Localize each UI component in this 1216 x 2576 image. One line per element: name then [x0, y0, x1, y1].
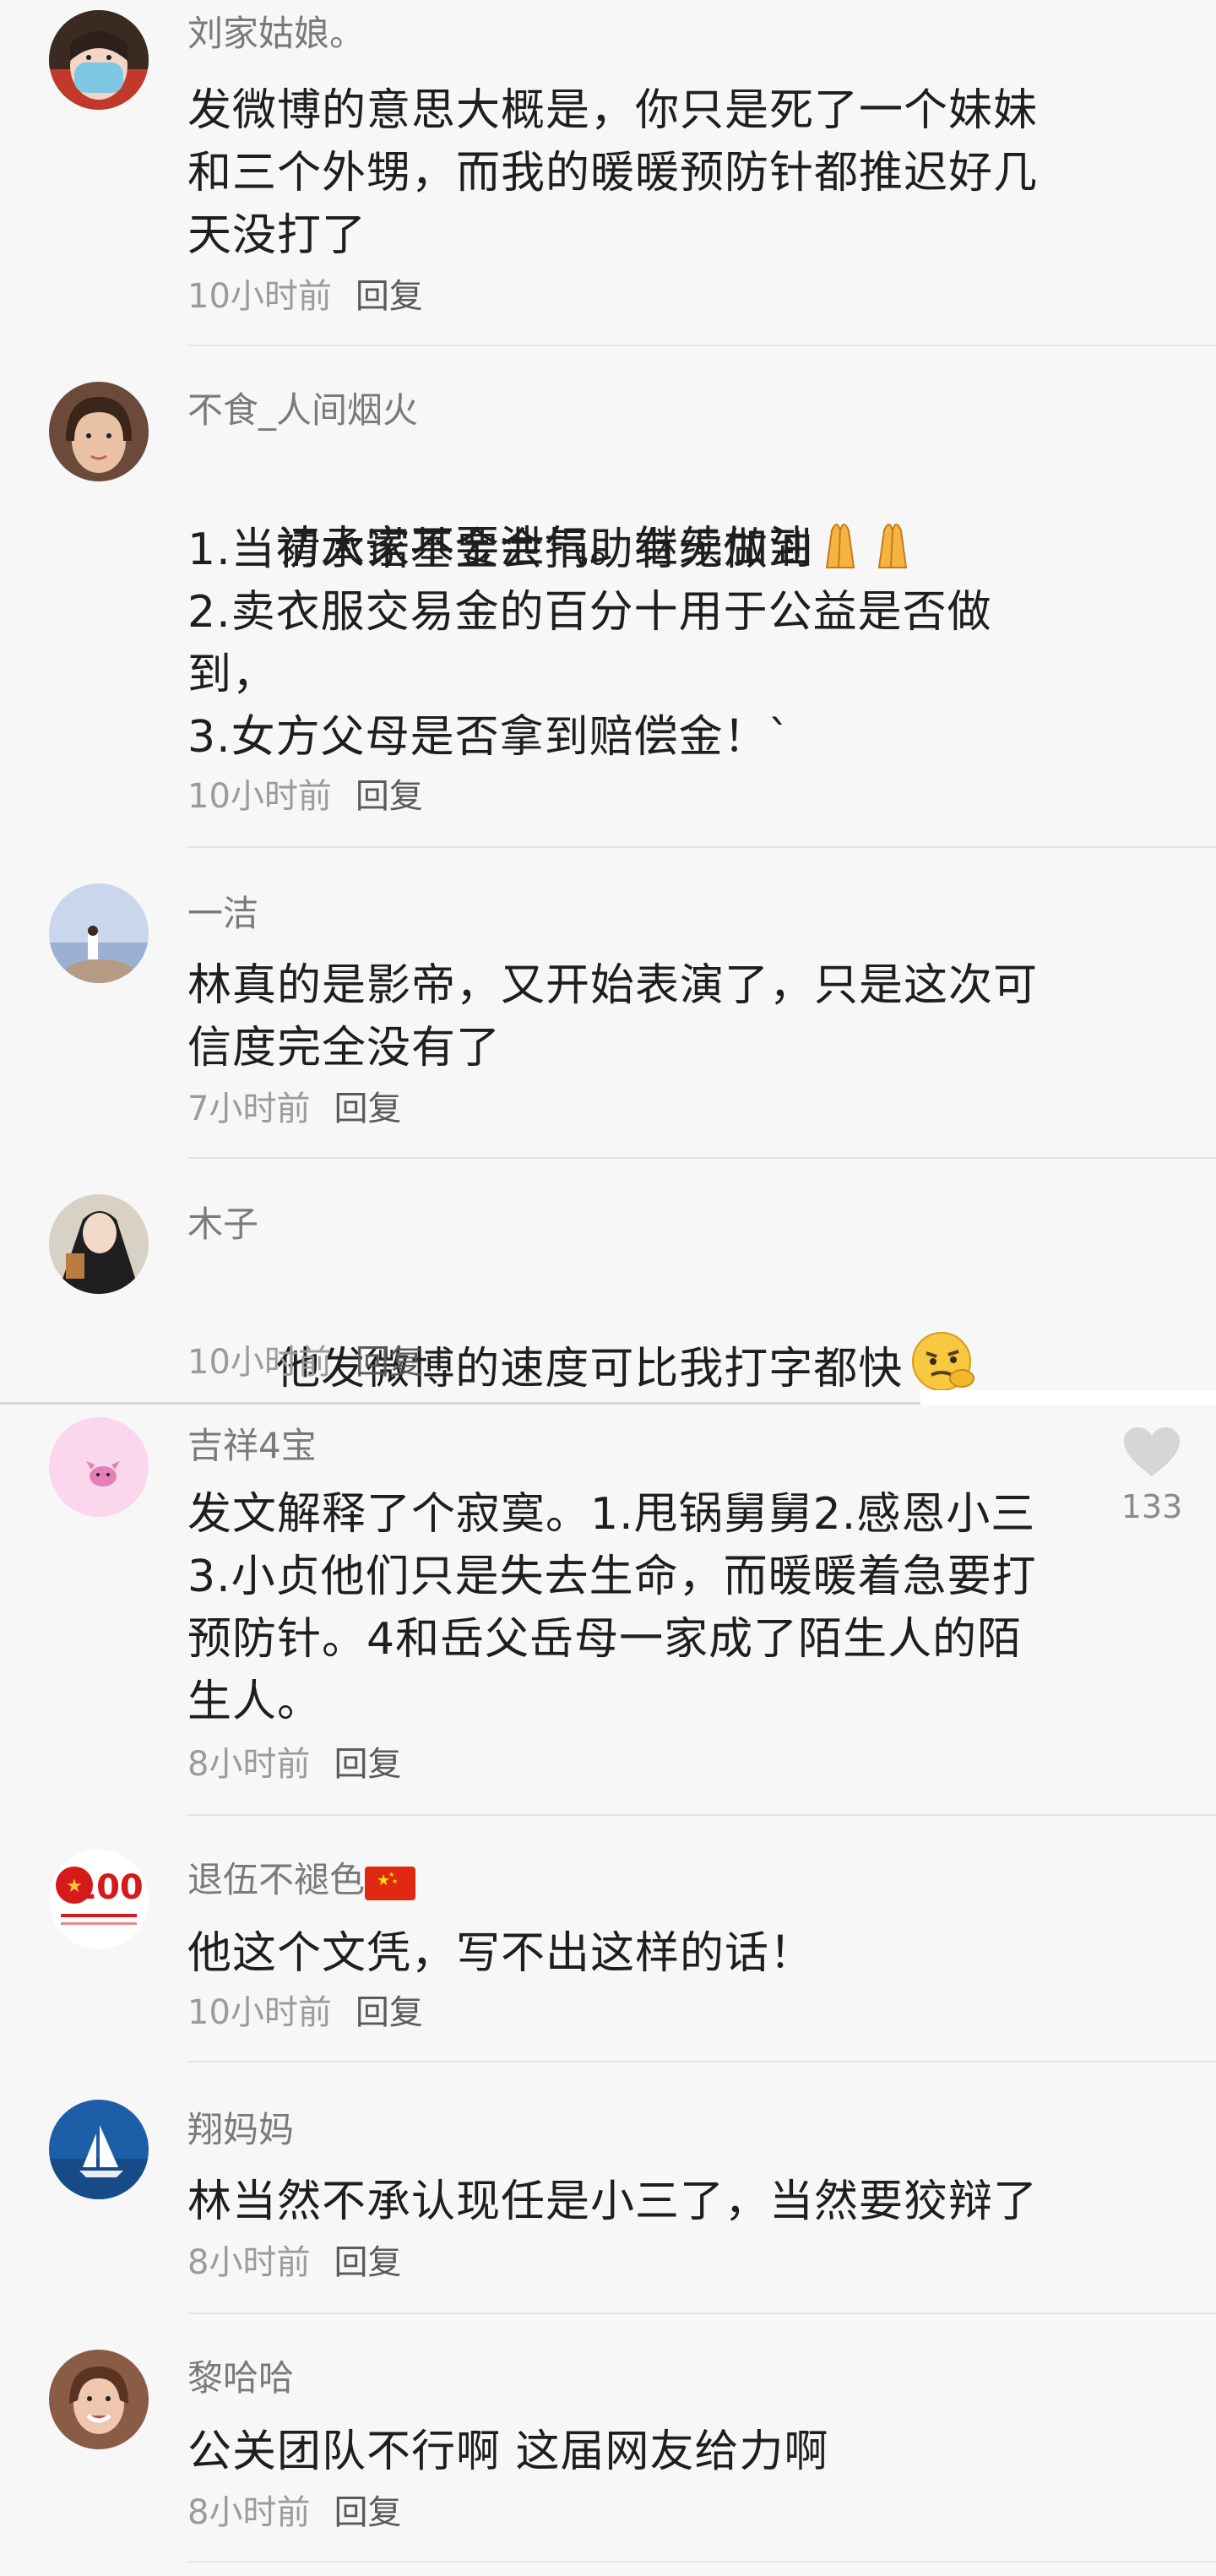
avatar[interactable]	[49, 2350, 149, 2449]
timestamp: 10小时前	[187, 1343, 332, 1382]
avatar[interactable]	[49, 10, 149, 110]
comment-meta: 10小时前 回复	[187, 1992, 423, 2034]
username[interactable]: 退伍不褪色 ★ ★ ★	[187, 1858, 416, 1910]
comment-text-extra: 1.当初承诺基金会捐助有无做到 2.卖衣服交易金的百分十用于公益是否做 到， 3…	[187, 524, 992, 763]
avatar[interactable]	[49, 883, 149, 983]
china-flag-icon: ★ ★ ★	[365, 1867, 416, 1910]
avatar[interactable]	[49, 1194, 149, 1294]
comment-text: 林真的是影帝，又开始表演了，只是这次可 信度完全没有了	[187, 960, 1039, 1073]
reply-button[interactable]: 回复	[334, 1090, 401, 1128]
divider	[187, 2312, 1216, 2314]
timestamp: 10小时前	[187, 1993, 332, 2032]
comment-feed: 刘家姑娘。 发微博的意思大概是，你只是死了一个妹妹 和三个外甥，而我的暖暖预防针…	[0, 0, 1216, 2576]
like-count: 133	[1121, 1488, 1183, 1525]
divider	[187, 2561, 1216, 2562]
screenshot-seam-gap	[920, 1390, 1216, 1405]
comment-meta: 10小时前 回复	[187, 275, 423, 318]
reply-button[interactable]: 回复	[356, 777, 423, 816]
comment-meta: 8小时前 回复	[187, 1743, 401, 1785]
reply-button[interactable]: 回复	[334, 2493, 401, 2532]
timestamp: 10小时前	[187, 777, 332, 816]
comment-meta: 8小时前 回复	[187, 2242, 401, 2284]
divider	[187, 345, 1216, 346]
timestamp: 10小时前	[187, 277, 332, 316]
divider	[187, 1814, 1216, 1816]
timestamp: 8小时前	[187, 2243, 311, 2282]
reply-button[interactable]: 回复	[334, 1745, 401, 1784]
heart-icon[interactable]	[1122, 1426, 1181, 1478]
comment-text: 公关团队不行啊 这届网友给力啊	[187, 2427, 829, 2477]
username[interactable]: 黎哈哈	[187, 2356, 294, 2400]
username[interactable]: 吉祥4宝	[187, 1424, 317, 1468]
comment-meta: 7小时前 回复	[187, 1088, 401, 1130]
comment-text: 发文解释了个寂寞。1.甩锅舅舅2.感恩小三 3.小贞他们只是失去生命，而暖暖着急…	[187, 1489, 1037, 1727]
avatar[interactable]: ★ 100	[49, 1850, 149, 1949]
divider	[187, 846, 1216, 848]
svg-text:100: 100	[73, 1868, 144, 1907]
username-text[interactable]: 退伍不褪色	[187, 1859, 365, 1900]
comment-text: 林当然不承认现任是小三了，当然要狡辩了	[187, 2177, 1039, 2227]
username[interactable]: 翔妈妈	[187, 2108, 294, 2152]
timestamp: 7小时前	[187, 1090, 311, 1128]
reply-button[interactable]: 回复	[334, 2243, 401, 2282]
username[interactable]: 木子	[187, 1203, 258, 1247]
comment-text: 发微博的意思大概是，你只是死了一个妹妹 和三个外甥，而我的暖暖预防针都推迟好几 …	[187, 85, 1039, 261]
reply-button[interactable]: 回复	[356, 277, 423, 316]
divider	[187, 2061, 1216, 2062]
username[interactable]: 一洁	[187, 892, 258, 936]
screenshot-seam	[0, 1402, 920, 1405]
avatar[interactable]	[49, 2100, 149, 2199]
comment-meta: 10小时前 回复	[187, 1341, 423, 1383]
comment-text: 他这个文凭，写不出这样的话！	[187, 1928, 815, 1979]
username[interactable]: 刘家姑娘。	[187, 12, 365, 56]
like-control[interactable]: 133	[1111, 1426, 1192, 1525]
reply-button[interactable]: 回复	[356, 1993, 423, 2032]
reply-button[interactable]: 回复	[356, 1343, 423, 1382]
username[interactable]: 不食_人间烟火	[187, 389, 418, 432]
divider	[187, 1157, 1216, 1159]
comment-meta: 10小时前 回复	[187, 775, 423, 818]
timestamp: 8小时前	[187, 2493, 311, 2532]
timestamp: 8小时前	[187, 1745, 311, 1784]
avatar[interactable]	[49, 382, 149, 481]
svg-text:★: ★	[392, 1878, 398, 1885]
avatar[interactable]	[49, 1417, 149, 1517]
comment-meta: 8小时前 回复	[187, 2492, 401, 2534]
